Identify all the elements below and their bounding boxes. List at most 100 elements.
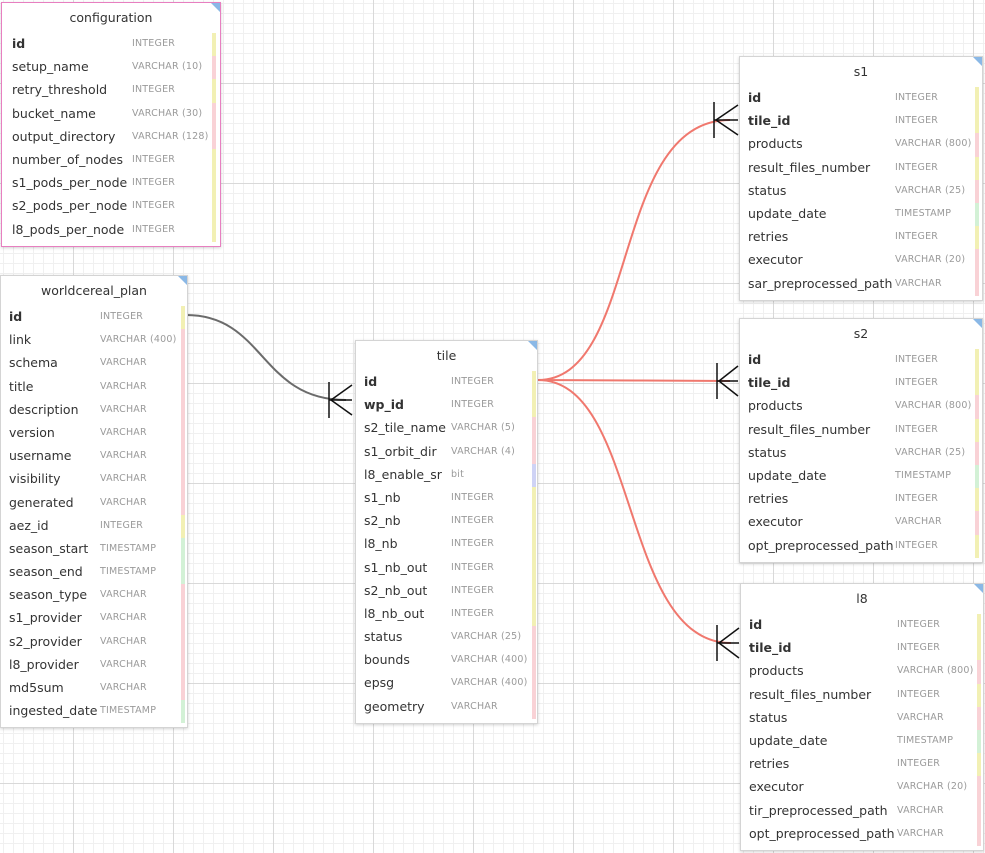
column-row[interactable]: generated VARCHAR [1, 491, 187, 515]
table-title[interactable]: s2 [740, 319, 982, 349]
type-color-bar [532, 579, 536, 603]
column-row[interactable]: wp_id INTEGER [356, 394, 537, 418]
column-row[interactable]: epsg VARCHAR (400) [356, 672, 537, 696]
column-list: id INTEGER tile_id INTEGER products VARCHAR (… [740, 349, 982, 562]
column-type: INTEGER [895, 161, 939, 173]
column-row[interactable]: s1_pods_per_node INTEGER [2, 172, 220, 196]
column-row[interactable]: executor VARCHAR (20) [741, 776, 983, 800]
column-row[interactable]: visibility VARCHAR [1, 468, 187, 492]
column-row[interactable]: tile_id INTEGER [740, 110, 982, 134]
column-row[interactable]: id INTEGER [740, 87, 982, 111]
column-name: title [9, 378, 34, 394]
column-row[interactable]: description VARCHAR [1, 398, 187, 422]
column-row[interactable]: status VARCHAR (25) [740, 441, 982, 465]
table-title[interactable]: configuration [2, 3, 220, 33]
column-row[interactable]: setup_name VARCHAR (10) [2, 56, 220, 80]
table-worldcereal-plan[interactable]: worldcereal_plan id INTEGER link VARCHAR (4… [0, 275, 188, 729]
column-row[interactable]: id INTEGER [356, 371, 537, 395]
column-row[interactable]: tir_preprocessed_path VARCHAR [741, 799, 983, 823]
column-name: s2_tile_name [364, 420, 446, 436]
table-configuration[interactable]: configuration id INTEGER setup_name VARCHAR… [1, 2, 221, 247]
column-row[interactable]: s2_nb_out INTEGER [356, 579, 537, 603]
column-row[interactable]: update_date TIMESTAMP [741, 729, 983, 754]
column-row[interactable]: result_files_number INTEGER [741, 683, 983, 707]
table-title[interactable]: worldcereal_plan [1, 276, 187, 306]
column-row[interactable]: id INTEGER [2, 33, 220, 57]
column-row[interactable]: l8_provider VARCHAR [1, 653, 187, 677]
column-row[interactable]: season_type VARCHAR [1, 584, 187, 608]
column-row[interactable]: schema VARCHAR [1, 352, 187, 376]
column-row[interactable]: s2_nb INTEGER [356, 510, 537, 534]
column-row[interactable]: products VARCHAR (800) [741, 660, 983, 684]
column-row[interactable]: ingested_date TIMESTAMP [1, 700, 187, 724]
column-type: VARCHAR (25) [451, 631, 522, 643]
column-list: id INTEGER tile_id INTEGER products VARCHAR (… [740, 87, 982, 300]
column-row[interactable]: products VARCHAR (800) [740, 395, 982, 419]
table-s1[interactable]: s1 id INTEGER tile_id INTEGER products VARCHA… [739, 56, 983, 301]
column-row[interactable]: s1_nb INTEGER [356, 486, 537, 511]
column-row[interactable]: l8_pods_per_node INTEGER [2, 218, 220, 242]
column-row[interactable]: status VARCHAR (25) [740, 179, 982, 203]
column-row[interactable]: executor VARCHAR (20) [740, 249, 982, 273]
type-color-bar [977, 729, 981, 754]
column-row[interactable]: opt_preprocessed_path INTEGER [740, 534, 982, 558]
column-row[interactable]: link VARCHAR (400) [1, 329, 187, 353]
column-type: INTEGER [132, 200, 176, 212]
relation-tile-to-s1[interactable] [537, 119, 731, 381]
column-row[interactable]: s2_provider VARCHAR [1, 630, 187, 654]
column-name: id [364, 374, 378, 389]
column-row[interactable]: retries INTEGER [740, 226, 982, 250]
table-title[interactable]: l8 [741, 584, 983, 614]
column-row[interactable]: l8_enable_sr bit [356, 463, 537, 487]
type-color-bar [181, 306, 185, 330]
column-row[interactable]: id INTEGER [1, 306, 187, 330]
type-color-bar [975, 372, 979, 396]
column-row[interactable]: bucket_name VARCHAR (30) [2, 102, 220, 126]
column-row[interactable]: retry_threshold INTEGER [2, 79, 220, 103]
column-row[interactable]: tile_id INTEGER [740, 372, 982, 396]
column-row[interactable]: status VARCHAR (25) [356, 626, 537, 650]
column-row[interactable]: id INTEGER [741, 614, 983, 638]
column-row[interactable]: sar_preprocessed_path VARCHAR [740, 272, 982, 296]
column-row[interactable]: retries INTEGER [740, 488, 982, 512]
column-row[interactable]: id INTEGER [740, 349, 982, 373]
column-row[interactable]: opt_preprocessed_path VARCHAR [741, 822, 983, 846]
relation-worldcereal-plan-to-tile[interactable] [185, 314, 347, 401]
column-row[interactable]: status VARCHAR [741, 706, 983, 730]
column-row[interactable]: l8_nb_out INTEGER [356, 602, 537, 627]
column-row[interactable]: s1_provider VARCHAR [1, 607, 187, 631]
column-row[interactable]: result_files_number INTEGER [740, 418, 982, 442]
table-s2[interactable]: s2 id INTEGER tile_id INTEGER products VARCHA… [739, 318, 983, 563]
column-row[interactable]: geometry VARCHAR [356, 695, 537, 719]
column-row[interactable]: s1_orbit_dir VARCHAR (4) [356, 440, 537, 464]
column-row[interactable]: result_files_number INTEGER [740, 156, 982, 180]
column-row[interactable]: md5sum VARCHAR [1, 677, 187, 701]
column-row[interactable]: output_directory VARCHAR (128) [2, 125, 220, 149]
table-tile[interactable]: tile id INTEGER wp_id INTEGER s2_tile_name VA… [355, 340, 538, 724]
column-row[interactable]: executor VARCHAR [740, 511, 982, 535]
column-row[interactable]: username VARCHAR [1, 445, 187, 469]
column-row[interactable]: s2_tile_name VARCHAR (5) [356, 417, 537, 441]
column-row[interactable]: retries INTEGER [741, 753, 983, 777]
column-row[interactable]: s2_pods_per_node INTEGER [2, 195, 220, 219]
column-row[interactable]: products VARCHAR (800) [740, 133, 982, 157]
table-l8[interactable]: l8 id INTEGER tile_id INTEGER products VARCHA… [740, 583, 984, 851]
column-type: INTEGER [895, 493, 939, 505]
column-row[interactable]: number_of_nodes INTEGER [2, 148, 220, 173]
relation-tile-to-s2[interactable] [537, 379, 731, 382]
column-row[interactable]: version VARCHAR [1, 421, 187, 446]
column-row[interactable]: update_date TIMESTAMP [740, 464, 982, 489]
column-row[interactable]: season_end TIMESTAMP [1, 561, 187, 585]
column-row[interactable]: tile_id INTEGER [741, 637, 983, 661]
column-name: s2_pods_per_node [12, 198, 128, 214]
column-row[interactable]: s1_nb_out INTEGER [356, 556, 537, 580]
column-row[interactable]: bounds VARCHAR (400) [356, 649, 537, 673]
column-row[interactable]: l8_nb INTEGER [356, 533, 537, 557]
column-row[interactable]: title VARCHAR [1, 375, 187, 399]
relation-tile-to-l8[interactable] [537, 379, 732, 644]
column-row[interactable]: update_date TIMESTAMP [740, 202, 982, 227]
column-row[interactable]: aez_id INTEGER [1, 514, 187, 538]
table-title[interactable]: tile [356, 341, 537, 371]
table-title[interactable]: s1 [740, 57, 982, 87]
column-row[interactable]: season_start TIMESTAMP [1, 537, 187, 562]
